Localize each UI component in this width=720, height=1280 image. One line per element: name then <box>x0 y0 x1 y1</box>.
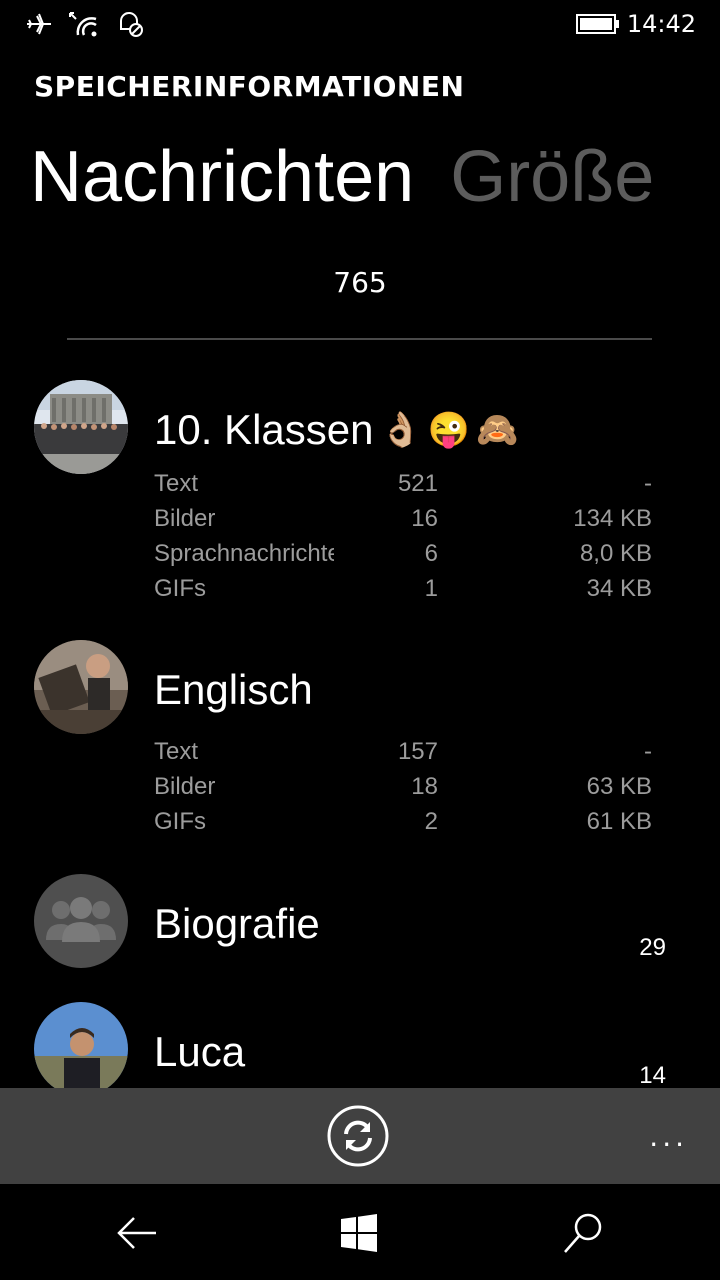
airplane-icon <box>22 8 56 40</box>
app-bar: ... <box>0 1088 720 1184</box>
total-message-count: 765 <box>333 266 387 299</box>
tab-nachrichten[interactable]: Nachrichten <box>30 132 414 222</box>
chat-name: 10. Klassen 👌🏼 😜 🙈 <box>154 406 519 454</box>
windows-icon <box>341 1214 377 1252</box>
pivot-tabs: Nachrichten Größe <box>30 132 654 222</box>
back-button[interactable] <box>112 1208 162 1258</box>
stats-table: Text 157 - Bilder 18 63 KB GIFs 2 61 KB <box>154 738 652 843</box>
status-bar: 14:42 <box>0 0 720 50</box>
wifi-icon <box>66 8 102 40</box>
chat-name: Englisch <box>154 666 313 713</box>
table-row: Text 157 - <box>154 738 652 765</box>
message-count: 29 <box>639 934 666 961</box>
winking-tongue-emoji: 😜 <box>427 411 471 449</box>
battery-icon <box>576 8 620 40</box>
chat-name: Biografie <box>154 900 320 947</box>
sync-button[interactable] <box>326 1104 390 1168</box>
avatar <box>34 640 128 734</box>
table-row: Text 521 - <box>154 470 652 497</box>
tab-groesse[interactable]: Größe <box>450 132 654 222</box>
chat-name-text: 10. Klassen <box>154 406 374 453</box>
group-avatar-icon <box>34 874 128 968</box>
start-button[interactable] <box>334 1208 384 1258</box>
divider <box>67 338 652 340</box>
table-row: Bilder 16 134 KB <box>154 505 652 532</box>
table-row: GIFs 2 61 KB <box>154 808 652 835</box>
search-button[interactable] <box>558 1208 608 1258</box>
app-title: SPEICHERINFORMATIONEN <box>34 70 465 103</box>
see-no-evil-monkey-emoji: 🙈 <box>476 411 519 449</box>
table-row: Bilder 18 63 KB <box>154 773 652 800</box>
chat-name: Luca <box>154 1028 246 1075</box>
table-row: Sprachnachrichten 6 8,0 KB <box>154 540 652 567</box>
nav-bar <box>0 1184 720 1280</box>
avatar <box>34 1002 128 1088</box>
quiet-hours-icon <box>114 8 146 40</box>
back-icon <box>117 1217 156 1249</box>
ok-hand-emoji: 👌🏼 <box>379 411 422 449</box>
chat-list[interactable]: 10. Klassen 👌🏼 😜 🙈 Text 521 - Bilder 16 … <box>0 370 720 1088</box>
search-icon <box>564 1213 602 1253</box>
stats-table: Text 521 - Bilder 16 134 KB Sprachnachri… <box>154 470 652 610</box>
sync-icon <box>327 1105 389 1167</box>
avatar <box>34 380 128 474</box>
message-count: 14 <box>639 1062 666 1088</box>
more-button[interactable]: ... <box>649 1120 688 1153</box>
clock: 14:42 <box>626 10 696 38</box>
table-row: GIFs 1 34 KB <box>154 575 652 602</box>
